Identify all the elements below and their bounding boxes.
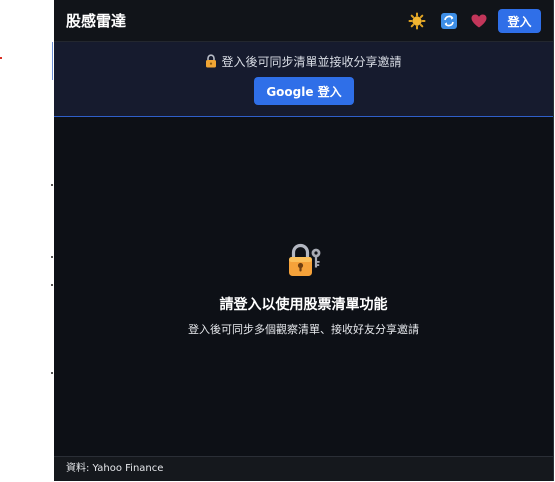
login-banner: 登入後可同步清單並接收分享邀請 Google 登入 bbox=[54, 42, 553, 117]
empty-state-title: 請登入以使用股票清單功能 bbox=[219, 297, 388, 313]
banner-message-row: 登入後可同步清單並接收分享邀請 bbox=[54, 54, 553, 72]
background-tick bbox=[51, 372, 53, 374]
background-marker bbox=[0, 57, 2, 59]
banner-message: 登入後可同步清單並接收分享邀請 bbox=[221, 55, 402, 69]
extension-popup: 股感雷達 登入 登入後可同步清單並接收分享邀請 Google 登入 請登入以使用… bbox=[54, 0, 554, 481]
heart-icon[interactable] bbox=[470, 12, 488, 30]
sun-icon[interactable] bbox=[408, 12, 426, 30]
empty-state-subtitle: 登入後可同步多個觀察清單、接收好友分享邀請 bbox=[188, 323, 419, 336]
background-tick bbox=[51, 184, 53, 186]
refresh-icon[interactable] bbox=[440, 12, 458, 30]
background-edge bbox=[52, 42, 53, 80]
google-login-button[interactable]: Google 登入 bbox=[254, 77, 354, 105]
background-page bbox=[0, 0, 53, 482]
login-button[interactable]: 登入 bbox=[498, 9, 541, 33]
background-tick bbox=[51, 256, 53, 258]
footer: 資料: Yahoo Finance bbox=[54, 456, 553, 481]
lock-icon bbox=[205, 54, 217, 72]
background-tick bbox=[51, 284, 53, 286]
header: 股感雷達 登入 bbox=[54, 0, 553, 42]
lock-key-icon bbox=[284, 240, 324, 280]
app-title: 股感雷達 bbox=[66, 12, 127, 30]
data-source-label: 資料: Yahoo Finance bbox=[66, 463, 164, 474]
